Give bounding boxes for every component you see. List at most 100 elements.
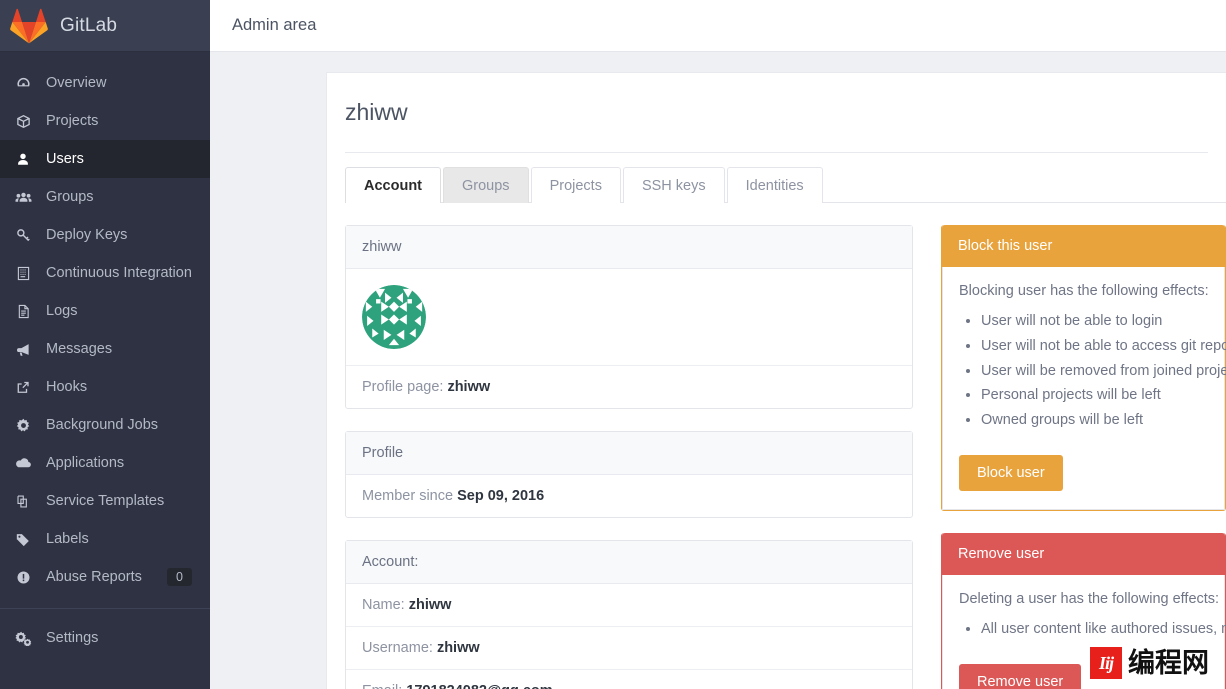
content-columns: zhiww Profile page: zhiww Profile Member…	[327, 203, 1226, 689]
block-panel-title: Block this user	[942, 225, 1225, 267]
sidebar-item-messages[interactable]: Messages	[0, 330, 210, 368]
sidebar-item-abuse-reports[interactable]: Abuse Reports 0	[0, 558, 210, 596]
sidebar-item-label: Continuous Integration	[46, 265, 192, 281]
account-card: Account: Name: zhiww Username: zhiww Ema…	[345, 540, 913, 689]
sidebar-item-labels[interactable]: Labels	[0, 520, 210, 558]
topbar: Admin area	[210, 0, 1226, 52]
watermark-text: 编程网	[1128, 647, 1209, 679]
sidebar-item-service-templates[interactable]: Service Templates	[0, 482, 210, 520]
remove-effects-list: All user content like authored issues, m…	[981, 619, 1226, 641]
block-effect-item: User will not be able to access git repo…	[981, 336, 1226, 358]
page-background: zhiww Account Groups Projects SSH keys I…	[210, 52, 1226, 689]
sidebar-item-label: Applications	[46, 455, 125, 471]
sidebar-item-label: Abuse Reports	[46, 569, 142, 585]
account-name-row: Name: zhiww	[346, 584, 912, 627]
external-link-icon	[12, 378, 34, 396]
sidebar-nav: Overview Projects Users Groups Deploy Ke…	[0, 52, 210, 657]
sidebar-item-hooks[interactable]: Hooks	[0, 368, 210, 406]
watermark-logo-icon: Iij	[1090, 647, 1122, 679]
account-email-value: 1791824082@qq.com	[406, 683, 552, 689]
sidebar-item-continuous-integration[interactable]: Continuous Integration	[0, 254, 210, 292]
block-effect-item: User will not be able to login	[981, 311, 1208, 333]
abuse-reports-badge: 0	[167, 567, 192, 587]
sidebar-item-label: Background Jobs	[46, 417, 159, 433]
profile-card: Profile Member since Sep 09, 2016	[345, 431, 913, 518]
sidebar-item-background-jobs[interactable]: Background Jobs	[0, 406, 210, 444]
tab-groups[interactable]: Groups	[443, 167, 529, 203]
member-since-row: Member since Sep 09, 2016	[346, 475, 912, 517]
sidebar-item-label: Users	[46, 151, 84, 167]
sidebar-item-overview[interactable]: Overview	[0, 64, 210, 102]
sidebar-item-deploy-keys[interactable]: Deploy Keys	[0, 216, 210, 254]
sidebar-item-settings[interactable]: Settings	[0, 619, 210, 657]
member-since-value: Sep 09, 2016	[457, 488, 545, 504]
remove-user-button[interactable]: Remove user	[959, 663, 1082, 689]
sidebar-item-groups[interactable]: Groups	[0, 178, 210, 216]
avatar-row	[346, 269, 912, 366]
account-email-label: Email:	[362, 683, 402, 689]
profile-page-label: Profile page:	[362, 379, 444, 395]
account-card-header: Account:	[346, 541, 912, 584]
account-name-value: zhiww	[408, 597, 452, 613]
profile-card-header: Profile	[346, 432, 912, 475]
block-effect-item: Personal projects will be left	[981, 385, 1208, 407]
block-effects-list: User will not be able to login User will…	[981, 311, 1226, 432]
account-username-row: Username: zhiww	[346, 627, 912, 670]
ci-icon	[12, 264, 34, 282]
remove-panel-title: Remove user	[942, 532, 1225, 575]
account-username-value: zhiww	[436, 640, 480, 656]
account-username-label: Username:	[362, 640, 433, 656]
block-panel-body: Blocking user has the following effects:…	[942, 267, 1226, 510]
cloud-icon	[12, 454, 34, 472]
block-effect-item: Owned groups will be left	[981, 410, 1208, 432]
sidebar-item-label: Groups	[46, 189, 94, 205]
gear-icon	[12, 416, 34, 434]
block-user-button[interactable]: Block user	[959, 454, 1063, 491]
tab-account[interactable]: Account	[345, 167, 441, 203]
tab-label: Projects	[549, 178, 602, 194]
tab-identities[interactable]: Identities	[726, 167, 823, 203]
sidebar-brand[interactable]: GitLab	[0, 0, 210, 52]
tab-label: SSH keys	[641, 178, 706, 194]
user-summary-card: zhiww Profile page: zhiww	[345, 225, 913, 409]
member-since-label: Member since	[362, 488, 454, 504]
key-icon	[12, 226, 34, 244]
user-icon	[12, 150, 34, 168]
left-column: zhiww Profile page: zhiww Profile Member…	[345, 225, 913, 689]
sidebar-item-applications[interactable]: Applications	[0, 444, 210, 482]
cogs-icon	[12, 629, 34, 647]
sidebar: GitLab Overview Projects Users Groups De…	[0, 0, 210, 689]
gitlab-tanuki-icon	[10, 8, 48, 44]
user-card-header: zhiww	[346, 226, 912, 269]
exclamation-circle-icon	[12, 568, 34, 586]
sidebar-item-label: Messages	[46, 341, 113, 357]
block-user-panel: Block this user Blocking user has the fo…	[941, 225, 1226, 511]
main-region: Admin area zhiww Account Groups Projects	[210, 0, 1226, 689]
cube-icon	[12, 112, 34, 130]
sidebar-item-label: Deploy Keys	[46, 227, 128, 243]
tab-ssh-keys[interactable]: SSH keys	[622, 167, 725, 203]
content-panel: zhiww Account Groups Projects SSH keys I…	[326, 72, 1226, 689]
identicon-avatar	[362, 285, 896, 349]
page-title: zhiww	[345, 99, 408, 125]
tab-label: Identities	[745, 178, 804, 194]
gitlab-admin-app: GitLab Overview Projects Users Groups De…	[0, 0, 1226, 689]
sidebar-item-projects[interactable]: Projects	[0, 102, 210, 140]
sidebar-item-label: Logs	[46, 303, 78, 319]
tag-icon	[12, 530, 34, 548]
brand-name: GitLab	[60, 14, 118, 36]
remove-effect-item: All user content like authored issues, m…	[981, 619, 1226, 641]
sidebar-item-label: Settings	[46, 630, 99, 646]
bullhorn-icon	[12, 340, 34, 358]
sidebar-item-label: Service Templates	[46, 493, 165, 509]
sidebar-item-logs[interactable]: Logs	[0, 292, 210, 330]
profile-page-link[interactable]: zhiww	[447, 379, 490, 395]
page-breadcrumb: Admin area	[232, 16, 317, 34]
tab-projects[interactable]: Projects	[530, 167, 621, 203]
dashboard-icon	[12, 74, 34, 92]
sidebar-item-users[interactable]: Users	[0, 140, 210, 178]
copy-icon	[12, 492, 34, 510]
account-email-row: Email: 1791824082@qq.com	[346, 670, 912, 689]
tab-bar: Account Groups Projects SSH keys Identit…	[327, 153, 1226, 203]
sidebar-item-label: Hooks	[46, 379, 88, 395]
